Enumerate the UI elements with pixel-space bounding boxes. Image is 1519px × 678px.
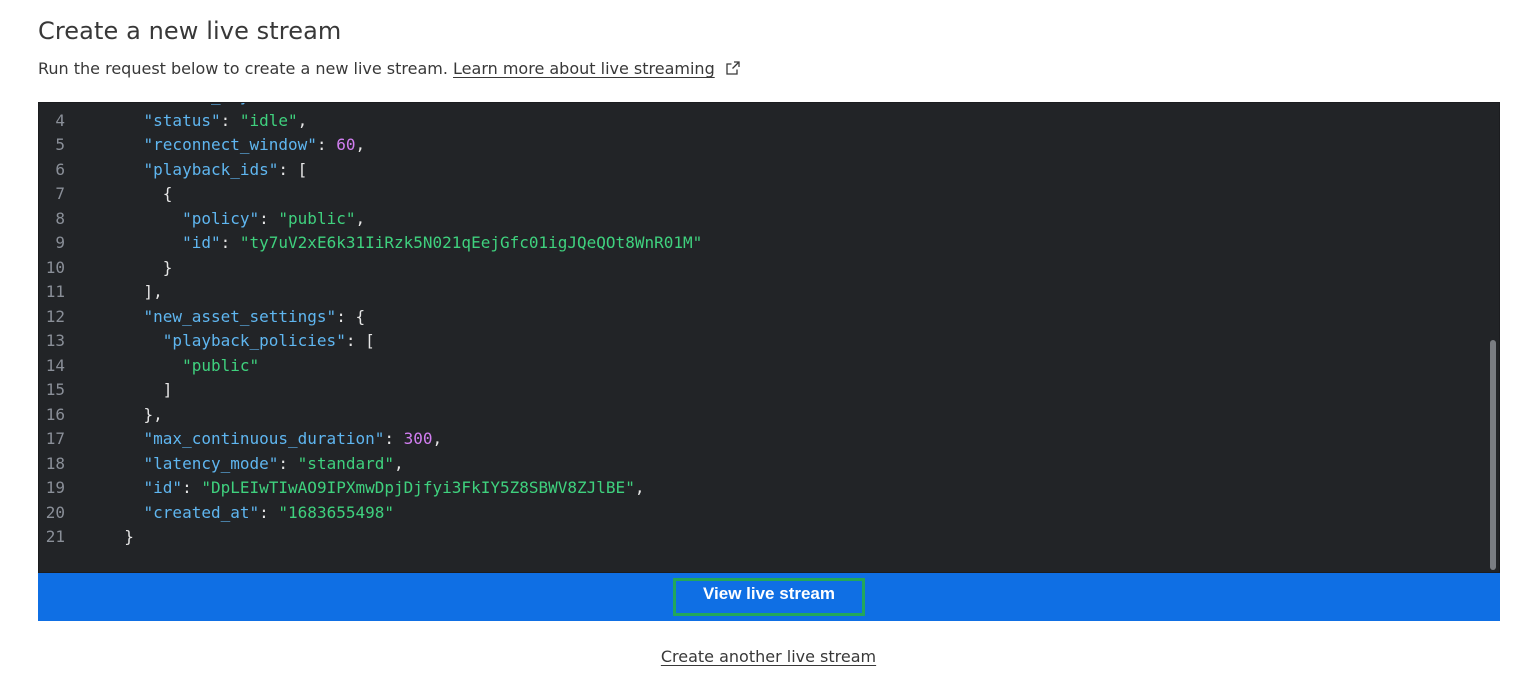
line-number: 20	[45, 502, 65, 522]
code-text: {	[162, 184, 173, 203]
code-scrollbar[interactable]	[1485, 103, 1499, 572]
line-number: 13	[45, 331, 65, 350]
code-text: }	[162, 257, 173, 277]
code-text: ],	[143, 282, 163, 301]
code-text: "policy": "public",	[182, 208, 366, 228]
code-text: "playback_policies": [	[162, 331, 375, 350]
code-line: 19 "id": "DpLEIwTIwAO9IPXmwDpjDjfyi3FkIY…	[39, 476, 1485, 501]
view-live-stream-button[interactable]: View live stream	[673, 578, 865, 616]
code-line: 12 "new_asset_settings": {	[39, 305, 1485, 330]
code-text: "public"	[182, 355, 260, 375]
line-number: 19	[45, 478, 65, 497]
code-text: "max_continuous_duration": 300,	[143, 429, 443, 448]
code-line: 13 "playback_policies": [	[39, 329, 1485, 354]
code-text: "new_asset_settings": {	[143, 306, 366, 326]
code-line: 18 "latency_mode": "standard",	[39, 452, 1485, 477]
subtitle-text: Run the request below to create a new li…	[38, 59, 448, 78]
code-line: 5 "reconnect_window": 60,	[39, 133, 1485, 158]
external-link-icon[interactable]	[726, 61, 740, 75]
code-text: "latency_mode": "standard",	[143, 453, 404, 473]
code-text: "id": "DpLEIwTIwAO9IPXmwDpjDjfyi3FkIY5Z8…	[143, 478, 645, 497]
code-line: 21 }	[39, 525, 1485, 550]
code-text: },	[143, 404, 163, 424]
code-line: 7 {	[39, 182, 1485, 207]
scrollbar-thumb[interactable]	[1490, 340, 1496, 570]
code-line: 8 "policy": "public",	[39, 207, 1485, 232]
line-number: 17	[45, 429, 65, 448]
code-text: "stream_key": "210dde31-acd7-2333-432f-3…	[105, 103, 645, 105]
code-line: 17 "max_continuous_duration": 300,	[39, 427, 1485, 452]
line-number: 8	[55, 208, 65, 228]
code-line: 16 },	[39, 403, 1485, 428]
page-title: Create a new live stream	[38, 17, 342, 45]
code-response-panel: 3 "stream_key": "210dde31-acd7-2333-432f…	[38, 102, 1500, 573]
page-subtitle: Run the request below to create a new li…	[38, 59, 740, 78]
code-line: 4 "status": "idle",	[39, 109, 1485, 134]
code-text: "status": "idle",	[143, 110, 308, 130]
line-number: 10	[45, 257, 65, 277]
code-text: "playback_ids": [	[143, 159, 308, 179]
line-number: 12	[45, 306, 65, 326]
code-text: ]	[162, 380, 173, 399]
line-number: 5	[55, 135, 65, 154]
code-line: 9 "id": "ty7uV2xE6k31IiRzk5N021qEejGfc01…	[39, 231, 1485, 256]
line-number: 16	[45, 404, 65, 424]
code-text: "id": "ty7uV2xE6k31IiRzk5N021qEejGfc01ig…	[182, 233, 703, 252]
action-bar[interactable]: View live stream	[38, 573, 1500, 621]
code-text: }	[124, 527, 134, 546]
code-line: 10 }	[39, 256, 1485, 281]
line-number: 14	[45, 355, 65, 375]
line-number: 18	[45, 453, 65, 473]
code-text: "created_at": "1683655498"	[143, 502, 394, 522]
create-another-live-stream-link[interactable]: Create another live stream	[0, 647, 1519, 666]
code-line: 20 "created_at": "1683655498"	[39, 501, 1485, 526]
code-lines: 3 "stream_key": "210dde31-acd7-2333-432f…	[39, 103, 1485, 550]
code-line: 15 ]	[39, 378, 1485, 403]
code-line: 11 ],	[39, 280, 1485, 305]
code-line: 14 "public"	[39, 354, 1485, 379]
line-number: 11	[45, 282, 65, 301]
line-number: 6	[55, 159, 65, 179]
line-number: 7	[55, 184, 65, 203]
line-number: 21	[45, 527, 65, 546]
line-number: 9	[55, 233, 65, 252]
learn-more-link[interactable]: Learn more about live streaming	[453, 59, 715, 78]
code-line: 6 "playback_ids": [	[39, 158, 1485, 183]
line-number: 15	[45, 380, 65, 399]
code-text: "reconnect_window": 60,	[143, 135, 366, 154]
line-number: 4	[55, 110, 65, 130]
